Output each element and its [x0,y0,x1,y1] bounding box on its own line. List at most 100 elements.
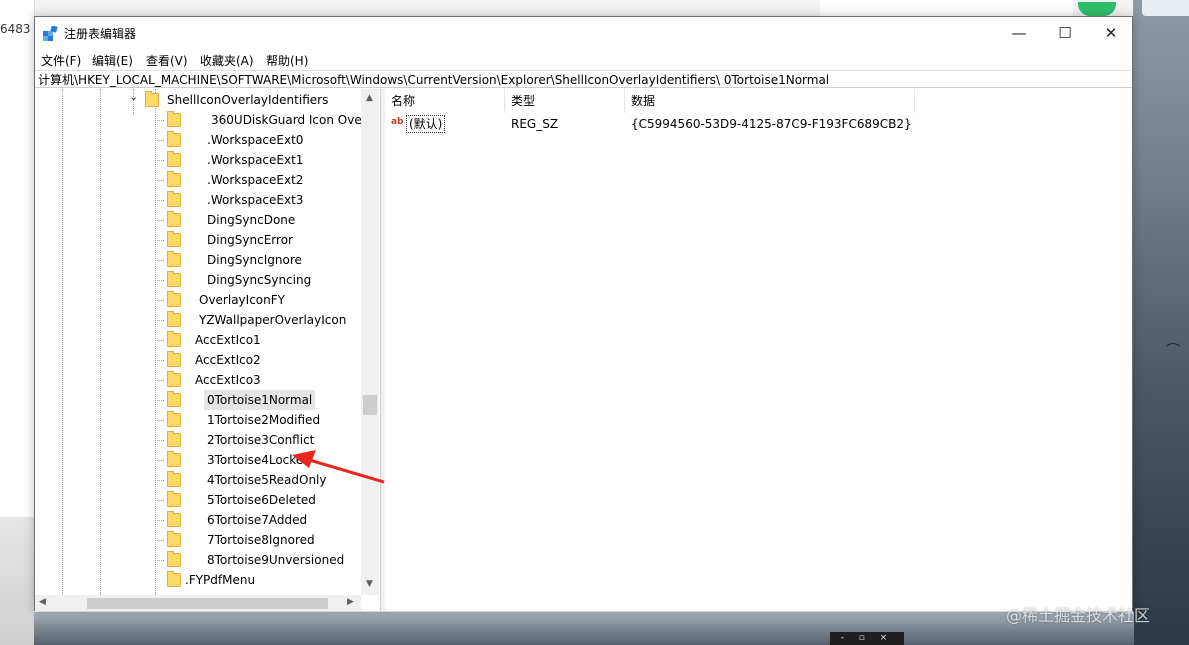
tree-guide-line [155,420,164,421]
tree-item[interactable]: AccExtIco1 [155,330,367,350]
window-title: 注册表编辑器 [64,27,137,41]
tree-item[interactable]: 6Tortoise7Added [155,510,367,530]
tree-item-label: 5Tortoise6Deleted [207,493,316,507]
tree-item-label: AccExtIco3 [195,373,261,387]
background-window-top [820,0,1073,17]
scroll-thumb[interactable] [363,395,377,415]
registry-editor-window: 注册表编辑器 — ☐ ✕ 文件(F) 编辑(E) 查看(V) 收藏夹(A) 帮助… [34,16,1133,611]
menu-help[interactable]: 帮助(H) [266,52,308,69]
tree-guide-line [155,500,164,501]
tree-item[interactable]: .WorkspaceExt1 [155,150,367,170]
folder-icon [167,271,181,287]
tree-item[interactable]: 360UDiskGuard Icon Ove [155,110,367,130]
tree-item[interactable]: 8Tortoise9Unversioned [155,550,367,570]
folder-icon [167,111,181,127]
background-partial-text: 6483 [0,22,31,36]
tree-item-label: 8Tortoise9Unversioned [207,553,345,567]
tree-item[interactable]: .WorkspaceExt2 [155,170,367,190]
string-value-icon: ab [391,117,404,127]
background-window-right [1142,0,1189,16]
background-desktop [0,517,34,645]
green-app-icon [1078,2,1116,16]
tree-item[interactable]: OverlayIconFY [155,290,367,310]
tree-item-label: DingSyncDone [207,213,296,227]
mini-window-controls[interactable]: - ▫ × [830,632,904,645]
folder-icon [167,331,181,347]
folder-open-icon [145,91,159,107]
scroll-thumb[interactable] [87,598,328,609]
tree-item[interactable]: DingSyncSyncing [155,270,367,290]
folder-icon [167,471,181,487]
tree-vertical-scrollbar[interactable]: ▲ ▼ [361,89,379,595]
tree-item[interactable]: DingSyncDone [155,210,367,230]
tree-item-label: .WorkspaceExt1 [207,153,304,167]
tree-item[interactable]: YZWallpaperOverlayIcon [155,310,367,330]
menu-file[interactable]: 文件(F) [41,52,81,69]
address-bar[interactable]: 计算机\HKEY_LOCAL_MACHINE\SOFTWARE\Microsof… [35,70,1132,88]
tree-guide-line [155,460,164,461]
folder-icon [167,291,181,307]
folder-icon [167,251,181,267]
maximize-button[interactable]: ☐ [1042,17,1088,49]
folder-icon [167,511,181,527]
scroll-up-icon[interactable]: ▲ [366,93,373,103]
menu-view[interactable]: 查看(V) [146,52,188,69]
tree-horizontal-scrollbar[interactable]: ◀ ▶ [35,595,361,611]
folder-icon [167,371,181,387]
folder-icon [167,171,181,187]
tree-guide-line [155,400,164,401]
tree-item-label: 0Tortoise1Normal [204,390,316,410]
watermark: @稀土掘金技术社区 [1006,606,1151,625]
folder-icon [167,411,181,427]
folder-icon [167,131,181,147]
minimize-button[interactable]: — [996,17,1042,49]
value-row[interactable]: ab (默认) REG_SZ {C5994560-53D9-4125-87C9-… [385,113,1132,135]
scroll-right-icon[interactable]: ▶ [347,597,354,607]
folder-icon [167,551,181,567]
tree-item-label: 1Tortoise2Modified [207,413,321,427]
tree-item-sibling[interactable]: .FYPdfMenu [167,570,367,590]
tree-item[interactable]: DingSyncIgnore [155,250,367,270]
tree-item-label: DingSyncError [207,233,293,247]
tree-item[interactable]: 7Tortoise8Ignored [155,530,367,550]
tree-item-label: .FYPdfMenu [185,573,256,587]
tree-item[interactable]: 3Tortoise4Locked [155,450,367,470]
tree-item-parent[interactable]: ⌄ ShellIconOverlayIdentifiers [129,90,375,110]
close-button[interactable]: ✕ [1088,17,1134,49]
column-header-type[interactable]: 类型 [505,89,625,113]
chevron-down-icon[interactable]: ⌄ [129,89,138,107]
tree-item[interactable]: AccExtIco3 [155,370,367,390]
tree-guide-line [155,340,164,341]
tree-item[interactable]: .WorkspaceExt3 [155,190,367,210]
menu-edit[interactable]: 编辑(E) [92,52,133,69]
tree-item-label: ShellIconOverlayIdentifiers [167,93,329,107]
tree-item[interactable]: 0Tortoise1Normal [155,390,367,410]
title-bar[interactable]: 注册表编辑器 — ☐ ✕ [35,17,1132,49]
menu-bar: 文件(F) 编辑(E) 查看(V) 收藏夹(A) 帮助(H) [35,50,1132,70]
scroll-down-icon[interactable]: ▼ [366,579,373,589]
tree-item[interactable]: 1Tortoise2Modified [155,410,367,430]
folder-icon [167,211,181,227]
tree-item[interactable]: 2Tortoise3Conflict [155,430,367,450]
folder-icon [167,351,181,367]
column-header-name[interactable]: 名称 [385,89,505,113]
tree-guide-line [155,380,164,381]
value-name: (默认) [406,115,446,133]
scroll-left-icon[interactable]: ◀ [39,597,46,607]
column-header-data[interactable]: 数据 [625,89,915,113]
tree-guide-line [155,89,156,611]
folder-icon [167,151,181,167]
tree-item[interactable]: DingSyncError [155,230,367,250]
tree-item[interactable]: 4Tortoise5ReadOnly [155,470,367,490]
tree-item[interactable]: 5Tortoise6Deleted [155,490,367,510]
value-type: REG_SZ [511,117,559,131]
values-list: 名称 类型 数据 ab (默认) REG_SZ {C5994560-53D9-4… [385,89,1132,611]
tree-item[interactable]: AccExtIco2 [155,350,367,370]
tree-item-label: 7Tortoise8Ignored [207,533,315,547]
tree-guide-line [155,300,164,301]
folder-icon [167,231,181,247]
tree-item-label: DingSyncSyncing [207,273,312,287]
menu-favorites[interactable]: 收藏夹(A) [200,52,254,69]
tree-item[interactable]: .WorkspaceExt0 [155,130,367,150]
tree-guide-line [155,240,164,241]
